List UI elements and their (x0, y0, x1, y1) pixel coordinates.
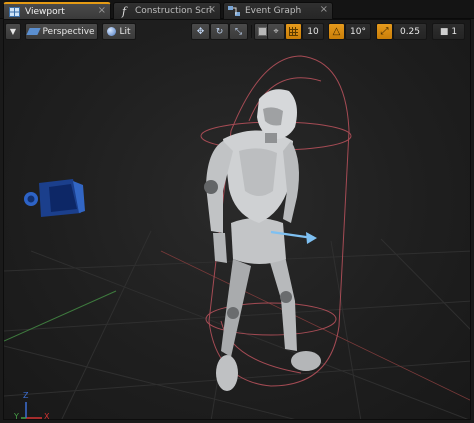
mannequin-character (204, 89, 321, 391)
translate-tool-button[interactable]: ✥ (191, 23, 210, 40)
camera-icon (24, 179, 85, 217)
rotation-snap-value[interactable]: 10° (345, 23, 371, 40)
scale-snap-value[interactable]: 0.25 (393, 23, 427, 40)
chevron-down-icon: ▼ (9, 27, 17, 36)
lighting-mode-button[interactable]: Lit (102, 23, 136, 40)
function-icon: f (121, 4, 127, 18)
gizmo-label-x: X (44, 412, 50, 420)
grid-axis-y-line (4, 290, 117, 342)
viewport-grid-icon (8, 6, 20, 17)
close-icon[interactable]: × (98, 5, 106, 16)
close-icon[interactable]: × (320, 4, 328, 15)
surface-snap-button[interactable]: ⌖ (267, 23, 285, 40)
camera-speed-label: 1 (451, 26, 458, 37)
perspective-cube-icon (26, 28, 42, 35)
viewport-options-button[interactable]: ▼ (5, 23, 21, 40)
axis-gizmo: Z Y X (14, 391, 56, 420)
rotate-tool-button[interactable]: ↻ (210, 23, 229, 40)
tab-label: Viewport (25, 6, 65, 17)
grid-snap-value[interactable]: 10 (302, 23, 324, 40)
tab-event-graph[interactable]: Event Graph × (223, 2, 333, 19)
camera-speed-button[interactable]: ■ 1 (432, 23, 465, 40)
editor-tab-bar: Viewport × f Construction Scri × Event G… (0, 0, 474, 19)
event-graph-icon (228, 6, 240, 17)
scale-tool-button[interactable]: ⤡ (229, 23, 248, 40)
grid-snap-toggle[interactable] (285, 23, 302, 40)
grid-axis-x-line (160, 250, 470, 401)
scale-snap-value-label: 0.25 (399, 26, 421, 37)
viewport-toolbar: ▼ Perspective Lit ✥ ↻ ⤡ ⌖ 10 △ 10° ⤢ 0.2… (3, 21, 471, 42)
tab-label: Event Graph (245, 6, 302, 16)
camera-speed-icon: ■ (439, 26, 449, 37)
world-cube-icon (257, 27, 267, 36)
gizmo-label-y: Y (14, 412, 19, 420)
rotate-icon: ↻ (215, 26, 224, 37)
lighting-mode-label: Lit (119, 26, 131, 37)
view-mode-label: Perspective (42, 26, 95, 37)
translate-icon: ✥ (196, 26, 205, 37)
gizmo-label-z: Z (23, 391, 29, 400)
tab-construction-script[interactable]: f Construction Scri × (113, 2, 221, 19)
scale-snap-toggle[interactable]: ⤢ (376, 23, 393, 40)
view-mode-button[interactable]: Perspective (25, 23, 98, 40)
rotation-snap-icon: △ (332, 26, 341, 37)
viewport-canvas[interactable]: Z Y X (3, 19, 471, 420)
scale-snap-icon: ⤢ (380, 26, 389, 37)
grid-snap-value-label: 10 (307, 26, 319, 37)
rotation-snap-toggle[interactable]: △ (328, 23, 345, 40)
lit-sphere-icon (107, 27, 117, 36)
rotation-snap-value-label: 10° (350, 26, 366, 37)
surface-snap-icon: ⌖ (273, 26, 279, 37)
scale-icon: ⤡ (234, 26, 243, 37)
tab-viewport[interactable]: Viewport × (3, 2, 111, 19)
scene-3d (4, 55, 470, 419)
grid-snap-icon (289, 27, 298, 36)
tab-label: Construction Scri (135, 6, 213, 16)
close-icon[interactable]: × (208, 4, 216, 15)
